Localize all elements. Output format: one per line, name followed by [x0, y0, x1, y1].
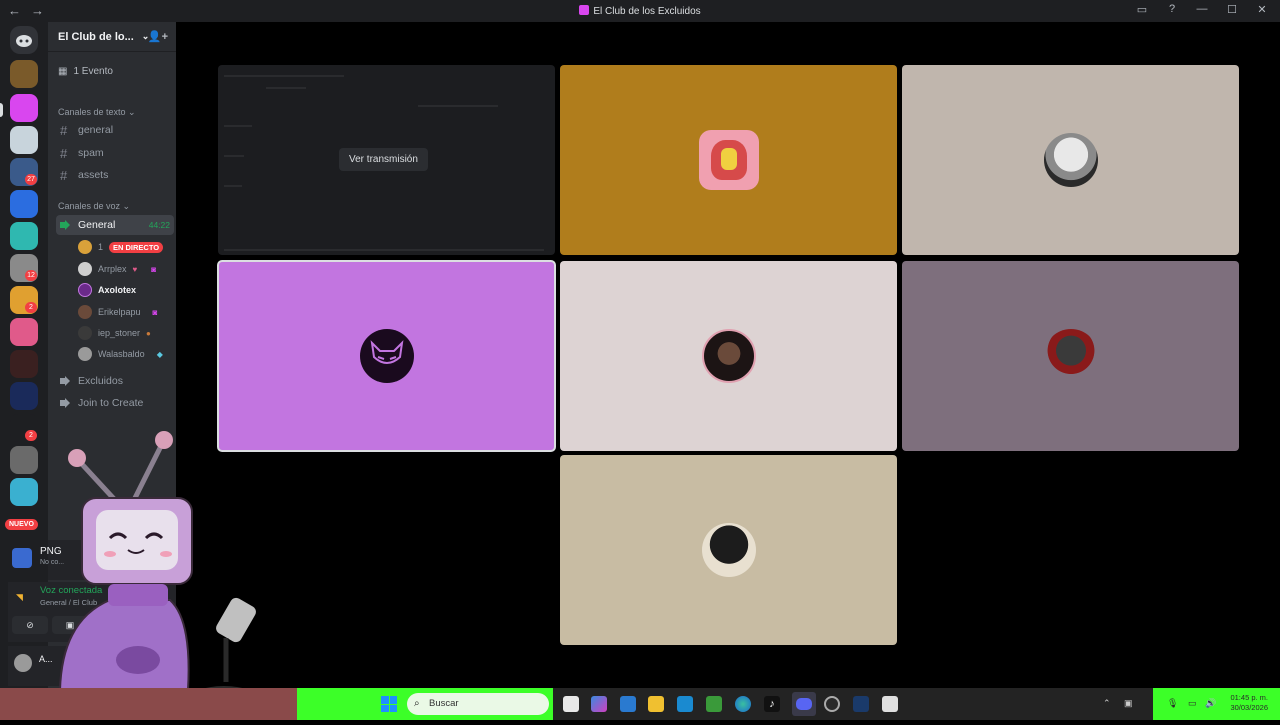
voice-channel-join-to-create[interactable]: Join to Create: [56, 393, 174, 413]
headset-icon: ◙: [152, 307, 158, 317]
voice-member[interactable]: Walasbaldo ◆: [78, 346, 163, 362]
avatar: [359, 329, 414, 383]
avatar: [78, 326, 92, 340]
app-icon[interactable]: [620, 696, 636, 712]
participant-tile[interactable]: [560, 261, 897, 451]
folder-icon[interactable]: [648, 696, 664, 712]
avatar: [701, 329, 756, 383]
hash-icon: #: [60, 122, 68, 138]
voice-member[interactable]: Axolotex: [78, 282, 136, 298]
tray-app-icon[interactable]: ▣: [1124, 698, 1133, 709]
active-server-pill: [0, 103, 3, 117]
browser-icon[interactable]: [824, 696, 840, 712]
server-name: El Club de lo...: [58, 30, 134, 43]
participant-tile[interactable]: [902, 261, 1239, 451]
tiktok-icon[interactable]: ♪: [764, 696, 780, 712]
title-bar: ← → El Club de los Excluidos ▭ ? — ☐ ✕: [0, 0, 1280, 22]
channel-general[interactable]: # general: [56, 120, 174, 140]
windows-start-icon[interactable]: [381, 696, 397, 712]
chat-bubble-icon: ◆: [156, 349, 163, 359]
server-icon[interactable]: [10, 94, 38, 122]
heart-icon: ♥: [132, 264, 138, 274]
participant-tile[interactable]: [560, 65, 897, 255]
system-clock[interactable]: 01:45 p. m. 30/03/2026: [1230, 693, 1268, 713]
calendar-icon: ▦: [58, 66, 68, 77]
chevron-up-icon[interactable]: ⌃: [1103, 698, 1111, 709]
unread-badge: 12: [25, 270, 37, 281]
avatar: [78, 305, 92, 319]
voice-channel-general[interactable]: General 44:22: [56, 215, 174, 235]
steam-icon[interactable]: [853, 696, 869, 712]
participant-tile[interactable]: [560, 455, 897, 645]
voice-channel-excluidos[interactable]: Excluidos: [56, 371, 174, 391]
server-icon[interactable]: [10, 60, 38, 88]
discord-taskbar-icon[interactable]: [792, 692, 816, 716]
events-link[interactable]: ▦ 1 Evento: [58, 66, 113, 77]
volume-icon[interactable]: 🔊: [1205, 698, 1216, 709]
taskbar: ⌕ Buscar ♪ ⌃ ▣ 🎙 ▭ 🔊 01:45 p. m. 30/03/2…: [0, 688, 1280, 720]
stream-tile[interactable]: Ver transmisión: [218, 65, 555, 255]
mic-icon[interactable]: 🎙: [1167, 698, 1178, 709]
store-icon[interactable]: [677, 696, 693, 712]
call-timer: 44:22: [148, 220, 170, 230]
avatar: [1043, 329, 1098, 383]
add-member-icon[interactable]: 👤+: [148, 30, 168, 43]
maximize-icon[interactable]: ☐: [1224, 3, 1240, 16]
hash-icon: #: [60, 167, 68, 183]
headset-icon: ◙: [151, 264, 157, 274]
participant-tile[interactable]: [902, 65, 1239, 255]
close-icon[interactable]: ✕: [1254, 3, 1270, 16]
hash-icon: #: [60, 145, 68, 161]
speaker-icon: [60, 376, 72, 386]
copilot-icon[interactable]: [591, 696, 607, 712]
network-icon[interactable]: ▭: [1188, 698, 1197, 709]
server-icon[interactable]: [10, 222, 38, 250]
edge-icon[interactable]: [735, 696, 751, 712]
channel-assets[interactable]: # assets: [56, 165, 174, 185]
file-icon[interactable]: [563, 696, 579, 712]
avatar: [701, 523, 756, 577]
avatar: [78, 347, 92, 361]
avatar: [78, 240, 92, 254]
voice-member[interactable]: Arrplex ♥ ◙: [78, 261, 156, 277]
avatar: [78, 283, 92, 297]
server-icon[interactable]: [10, 350, 38, 378]
discord-home-icon[interactable]: [10, 26, 38, 54]
emoji-icon: ●: [146, 328, 151, 338]
app-icon[interactable]: [882, 696, 898, 712]
minecraft-icon[interactable]: [706, 696, 722, 712]
minimize-icon[interactable]: —: [1194, 3, 1210, 16]
voice-category-header[interactable]: Canales de voz ⌄: [58, 201, 130, 212]
search-icon: ⌕: [414, 698, 420, 709]
inbox-icon[interactable]: ▭: [1134, 3, 1150, 16]
watch-stream-button[interactable]: Ver transmisión: [339, 148, 428, 171]
voice-grid: Ver transmisión: [176, 22, 1280, 688]
avatar: [698, 130, 759, 190]
server-icon: [579, 5, 590, 15]
voice-member[interactable]: 1 EN DIRECTO: [78, 239, 164, 255]
text-category-header[interactable]: Canales de texto ⌄: [58, 107, 136, 118]
server-icon[interactable]: [10, 318, 38, 346]
speaker-icon: [60, 220, 72, 230]
robot-mascot-overlay: [0, 420, 300, 720]
avatar: [1043, 133, 1098, 187]
channel-spam[interactable]: # spam: [56, 143, 174, 163]
taskbar-backdrop: [0, 688, 297, 720]
unread-badge: 27: [25, 174, 37, 185]
server-icon[interactable]: [10, 126, 38, 154]
server-icon[interactable]: [10, 382, 38, 410]
window-controls: ▭ ? — ☐ ✕: [1134, 3, 1270, 16]
server-header[interactable]: El Club de lo... ⌄ 👤+: [48, 22, 176, 52]
voice-member[interactable]: iep_stoner ●: [78, 325, 151, 341]
taskbar-search[interactable]: ⌕ Buscar: [407, 693, 549, 715]
voice-member[interactable]: Erikelpapu ◙: [78, 304, 157, 320]
avatar: [78, 262, 92, 276]
window-title: El Club de los Excluidos: [0, 5, 1280, 17]
unread-badge: 2: [25, 302, 37, 313]
live-badge: EN DIRECTO: [109, 241, 164, 253]
help-icon[interactable]: ?: [1164, 3, 1180, 16]
speaker-icon: [60, 398, 72, 408]
server-icon[interactable]: [10, 190, 38, 218]
